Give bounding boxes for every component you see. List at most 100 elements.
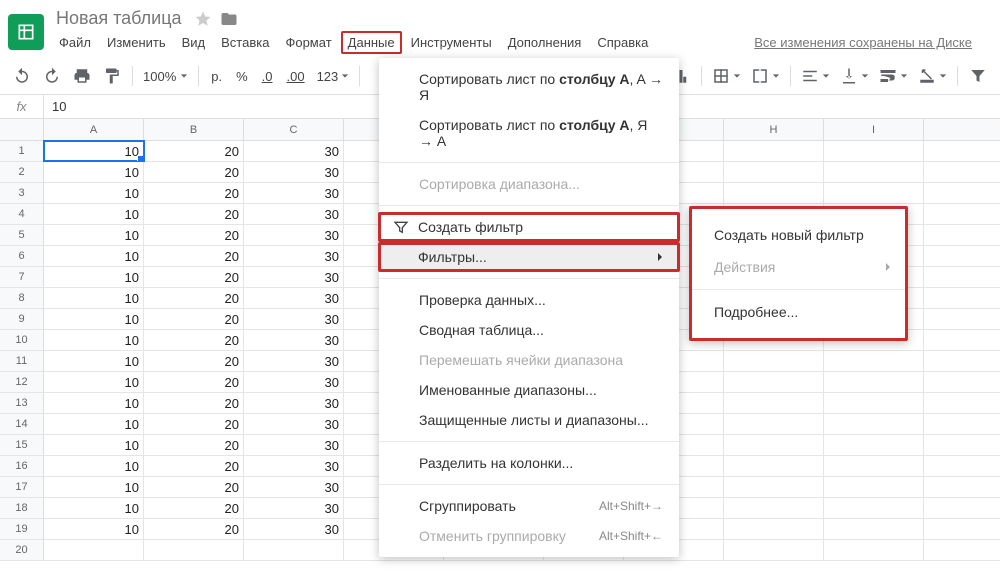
cell[interactable]: 10 [44, 330, 144, 350]
cell[interactable]: 30 [244, 393, 344, 413]
folder-icon[interactable] [220, 10, 238, 28]
cell[interactable]: 30 [244, 204, 344, 224]
cell[interactable] [724, 162, 824, 182]
rotate-button[interactable] [914, 67, 951, 85]
menu-sort-desc[interactable]: Сортировать лист по столбцу A, Я → A [379, 110, 679, 156]
cell[interactable]: 30 [244, 456, 344, 476]
cell[interactable]: 10 [44, 498, 144, 518]
cell[interactable]: 20 [144, 330, 244, 350]
cell[interactable]: 20 [144, 414, 244, 434]
cell[interactable]: 30 [244, 246, 344, 266]
cell[interactable]: 10 [44, 288, 144, 308]
menu-protected[interactable]: Защищенные листы и диапазоны... [379, 405, 679, 435]
row-header[interactable]: 14 [0, 414, 44, 434]
merge-button[interactable] [747, 67, 784, 85]
row-header[interactable]: 7 [0, 267, 44, 287]
cell[interactable]: 10 [44, 309, 144, 329]
submenu-new-filter[interactable]: Создать новый фильтр [692, 219, 905, 251]
menu-data[interactable]: Данные [341, 31, 402, 54]
cell[interactable]: 30 [244, 183, 344, 203]
row-header[interactable]: 20 [0, 540, 44, 560]
redo-button[interactable] [38, 62, 66, 90]
cell[interactable]: 30 [244, 498, 344, 518]
column-header[interactable]: A [44, 119, 144, 140]
cell[interactable] [724, 519, 824, 539]
cell[interactable]: 30 [244, 330, 344, 350]
submenu-learn-more[interactable]: Подробнее... [692, 296, 905, 328]
currency-button[interactable]: р. [205, 69, 228, 84]
menu-data-validation[interactable]: Проверка данных... [379, 285, 679, 315]
cell[interactable]: 10 [44, 162, 144, 182]
cell[interactable]: 20 [144, 267, 244, 287]
row-header[interactable]: 3 [0, 183, 44, 203]
valign-button[interactable] [836, 67, 873, 85]
cell[interactable] [824, 183, 924, 203]
row-header[interactable]: 12 [0, 372, 44, 392]
menu-view[interactable]: Вид [175, 31, 213, 54]
cell[interactable]: 20 [144, 477, 244, 497]
cell[interactable]: 10 [44, 246, 144, 266]
row-header[interactable]: 15 [0, 435, 44, 455]
menu-filters[interactable]: Фильтры... [378, 242, 680, 272]
cell[interactable]: 10 [44, 351, 144, 371]
cell[interactable]: 20 [144, 225, 244, 245]
cell[interactable]: 20 [144, 288, 244, 308]
row-header[interactable]: 8 [0, 288, 44, 308]
cell[interactable]: 30 [244, 162, 344, 182]
menu-tools[interactable]: Инструменты [404, 31, 499, 54]
cell[interactable] [824, 141, 924, 161]
cell[interactable]: 30 [244, 435, 344, 455]
undo-button[interactable] [8, 62, 36, 90]
cell[interactable]: 10 [44, 519, 144, 539]
cell[interactable] [824, 414, 924, 434]
cell[interactable] [724, 183, 824, 203]
cell[interactable] [724, 414, 824, 434]
cell[interactable]: 20 [144, 246, 244, 266]
cell[interactable] [44, 540, 144, 560]
cell[interactable]: 20 [144, 372, 244, 392]
print-button[interactable] [68, 62, 96, 90]
cell[interactable] [824, 540, 924, 560]
cell[interactable] [244, 540, 344, 560]
cell[interactable] [724, 393, 824, 413]
cell[interactable]: 30 [244, 225, 344, 245]
decrease-decimal-button[interactable]: .0 [256, 69, 279, 84]
row-header[interactable]: 2 [0, 162, 44, 182]
row-header[interactable]: 9 [0, 309, 44, 329]
row-header[interactable]: 1 [0, 141, 44, 161]
row-header[interactable]: 5 [0, 225, 44, 245]
cell[interactable] [824, 498, 924, 518]
cell[interactable] [724, 141, 824, 161]
cell[interactable] [824, 351, 924, 371]
menu-sort-asc[interactable]: Сортировать лист по столбцу A, A → Я [379, 64, 679, 110]
sheets-logo[interactable] [8, 14, 44, 50]
cell[interactable]: 10 [44, 393, 144, 413]
cell[interactable] [824, 162, 924, 182]
row-header[interactable]: 11 [0, 351, 44, 371]
cell[interactable]: 20 [144, 351, 244, 371]
cell[interactable]: 20 [144, 141, 244, 161]
cell[interactable] [824, 435, 924, 455]
menu-help[interactable]: Справка [590, 31, 655, 54]
row-header[interactable]: 16 [0, 456, 44, 476]
column-header[interactable]: I [824, 119, 924, 140]
cell[interactable] [724, 372, 824, 392]
cell[interactable] [824, 477, 924, 497]
cell[interactable]: 10 [44, 477, 144, 497]
halign-button[interactable] [797, 67, 834, 85]
row-header[interactable]: 17 [0, 477, 44, 497]
menu-named-ranges[interactable]: Именованные диапазоны... [379, 375, 679, 405]
percent-button[interactable]: % [230, 69, 254, 84]
cell[interactable]: 10 [44, 225, 144, 245]
cell[interactable]: 30 [244, 519, 344, 539]
row-header[interactable]: 19 [0, 519, 44, 539]
cell[interactable]: 10 [44, 456, 144, 476]
cell[interactable] [724, 435, 824, 455]
row-header[interactable]: 6 [0, 246, 44, 266]
cell[interactable]: 20 [144, 519, 244, 539]
cell[interactable]: 20 [144, 456, 244, 476]
cell[interactable]: 10 [44, 183, 144, 203]
cell[interactable]: 20 [144, 204, 244, 224]
cell[interactable] [144, 540, 244, 560]
row-header[interactable]: 10 [0, 330, 44, 350]
